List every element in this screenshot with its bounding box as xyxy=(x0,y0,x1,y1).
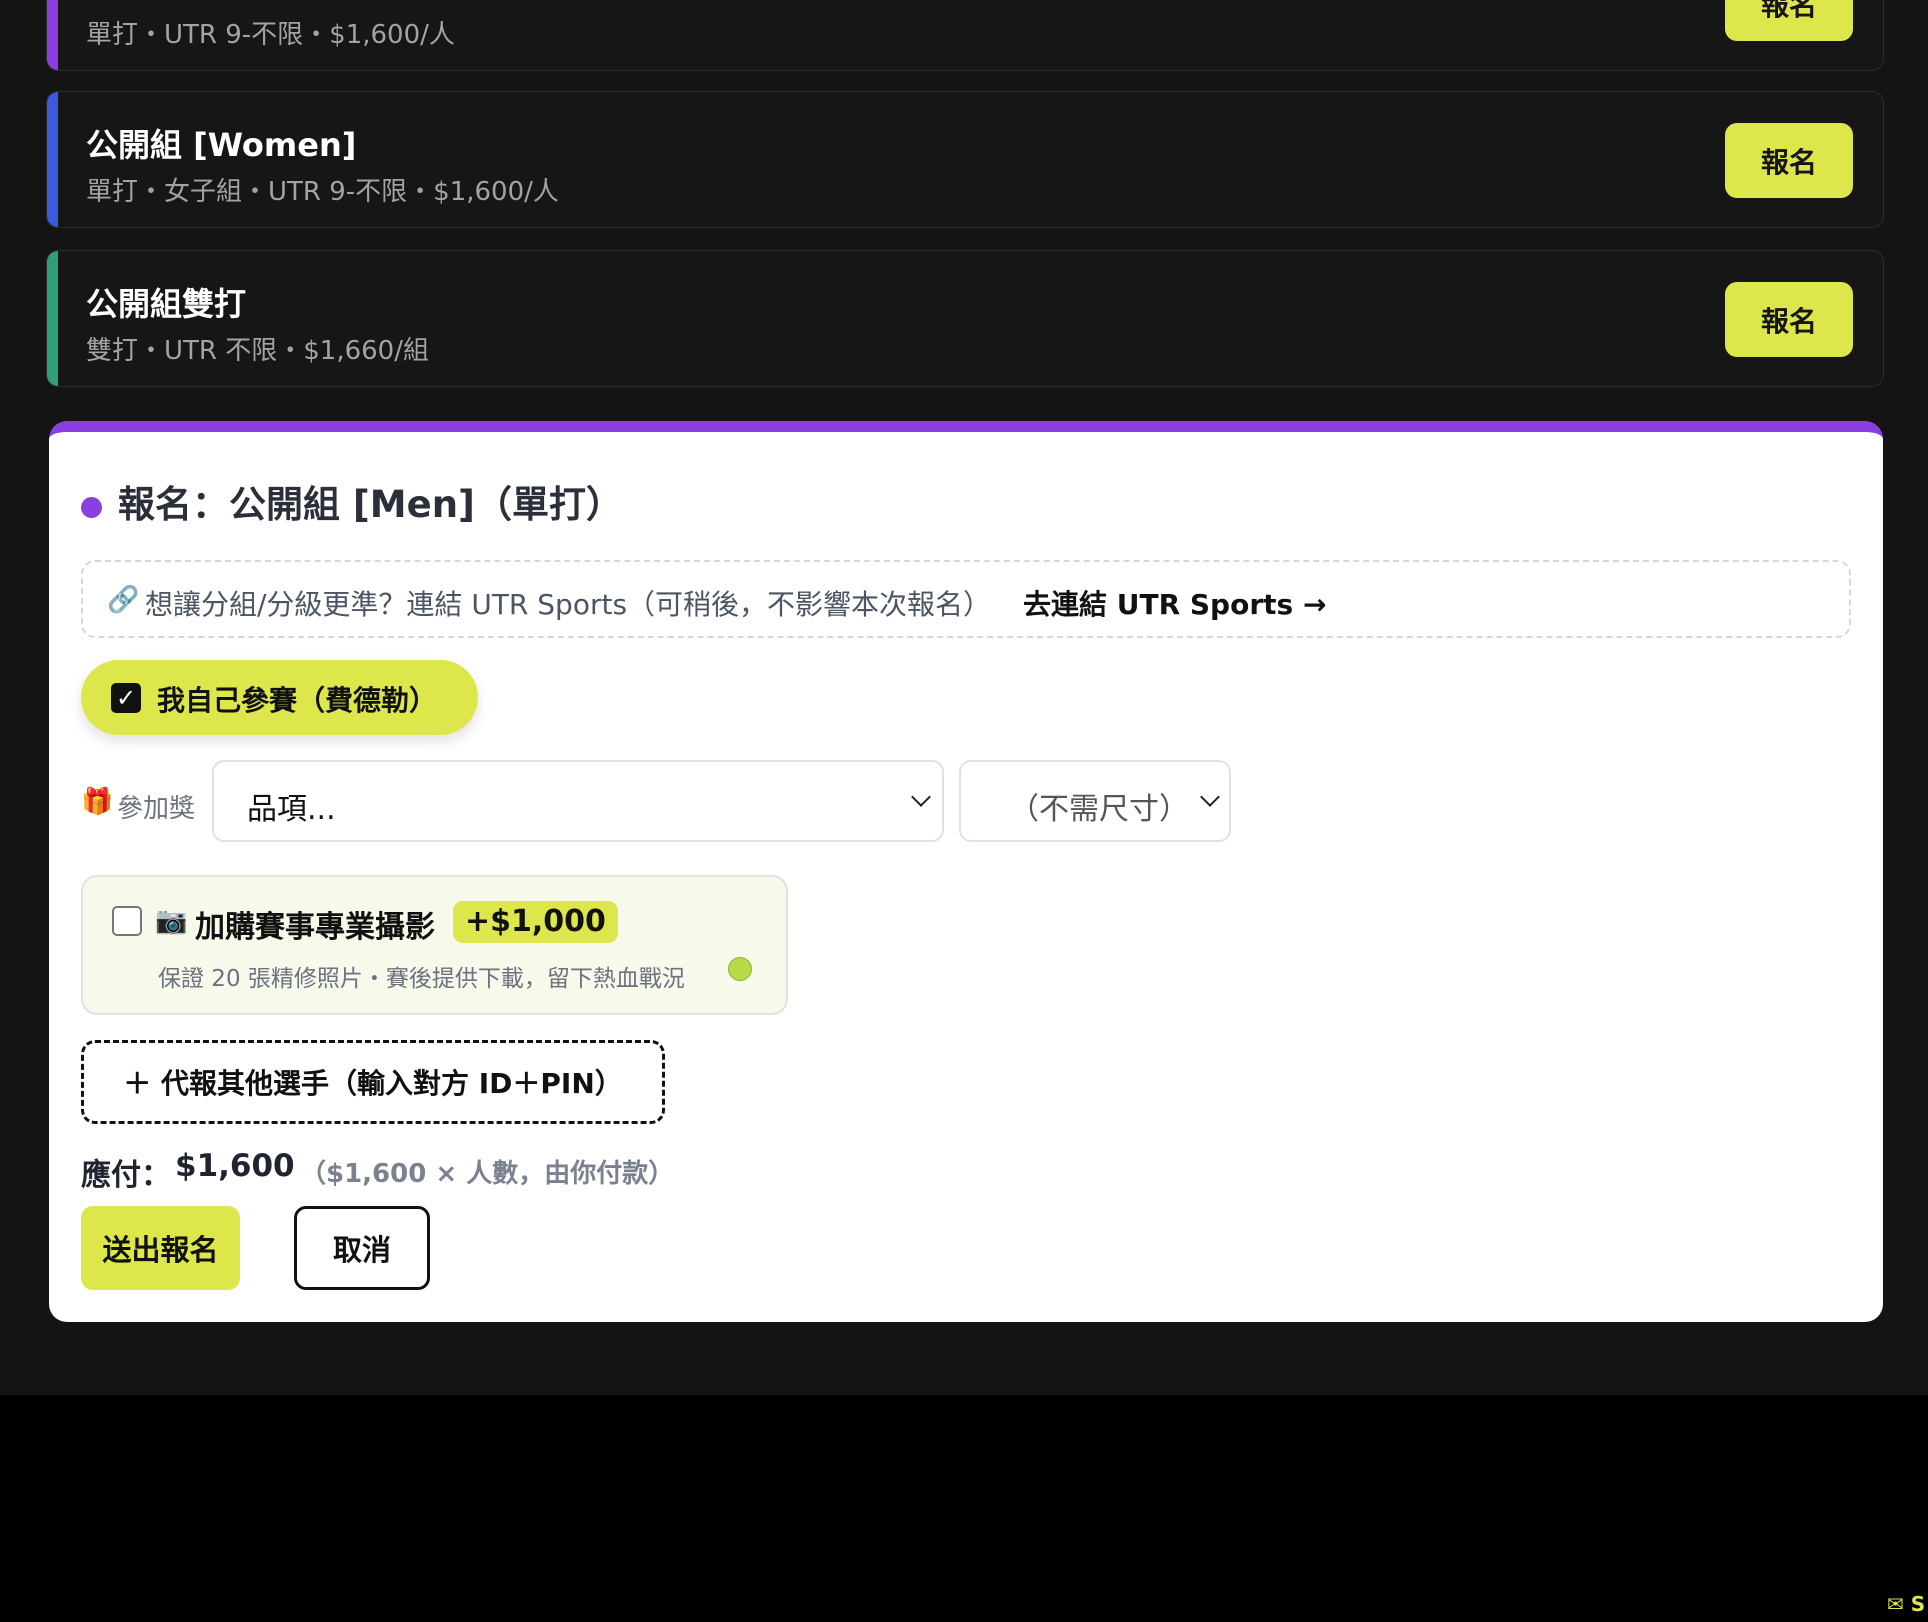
tennis-ball-icon xyxy=(728,957,752,981)
chevron-down-icon xyxy=(911,787,931,807)
event-card-doubles: 公開組雙打 雙打・UTR 不限・$1,660/組 報名 xyxy=(46,250,1884,387)
prize-label: 參加獎 xyxy=(117,794,196,824)
photo-addon-price-badge: +$1,000 xyxy=(453,901,618,943)
utr-connect-link[interactable]: 去連結 UTR Sports → xyxy=(1023,583,1326,623)
camera-icon: 📷 xyxy=(155,906,188,936)
self-entry-toggle[interactable]: ✓ 我自己參賽（費德勒） xyxy=(81,660,478,735)
event-meta: 單打・女子組・UTR 9-不限・$1,600/人 xyxy=(86,177,559,207)
photo-addon-label: 加購賽事專業攝影 xyxy=(195,910,435,945)
event-title: 公開組雙打 xyxy=(86,285,247,323)
total-note: （$1,600 × 人數，由你付款） xyxy=(300,1159,675,1189)
prize-size-value: （不需尺寸） xyxy=(1009,792,1189,827)
total-label: 應付： xyxy=(81,1158,171,1193)
register-button[interactable]: 報名 xyxy=(1725,123,1853,198)
add-proxy-player-button[interactable]: ＋ 代報其他選手（輸入對方 ID＋PIN） xyxy=(81,1040,665,1124)
event-title: 公開組 [Women] xyxy=(86,126,357,164)
event-accent-bar xyxy=(47,251,58,386)
form-title: 報名：公開組 [Men]（單打） xyxy=(118,483,623,526)
prize-item-value: 品項... xyxy=(247,792,336,827)
registration-form: 報名：公開組 [Men]（單打） 🔗 想讓分組/分級更準？連結 UTR Spor… xyxy=(49,421,1883,1322)
event-accent-bar xyxy=(47,92,58,227)
register-button[interactable]: 報名 xyxy=(1725,282,1853,357)
register-button[interactable]: 報名 xyxy=(1725,0,1853,41)
photo-addon-description: 保證 20 張精修照片・賽後提供下載，留下熱血戰況 xyxy=(158,966,685,992)
total-amount: $1,600 xyxy=(175,1148,295,1184)
prize-item-select[interactable]: 品項... xyxy=(212,760,944,842)
photo-addon-option[interactable]: 📷 加購賽事專業攝影 +$1,000 保證 20 張精修照片・賽後提供下載，留下… xyxy=(81,875,788,1015)
checkbox-checked-icon[interactable]: ✓ xyxy=(111,683,141,713)
utr-prompt-text: 想讓分組/分級更準？連結 UTR Sports（可稍後，不影響本次報名） xyxy=(145,588,992,621)
submit-button[interactable]: 送出報名 xyxy=(81,1206,240,1290)
event-meta: 雙打・UTR 不限・$1,660/組 xyxy=(86,336,429,366)
mail-icon[interactable]: ✉ S xyxy=(1887,1592,1925,1616)
utr-connect-banner: 🔗 想讓分組/分級更準？連結 UTR Sports（可稍後，不影響本次報名） 去… xyxy=(81,560,1851,638)
cancel-button[interactable]: 取消 xyxy=(294,1206,430,1290)
chevron-down-icon xyxy=(1200,787,1220,807)
link-icon: 🔗 xyxy=(107,585,140,615)
prize-size-select[interactable]: （不需尺寸） xyxy=(959,760,1231,842)
event-card-women: 公開組 [Women] 單打・女子組・UTR 9-不限・$1,600/人 報名 xyxy=(46,91,1884,228)
photo-addon-checkbox[interactable] xyxy=(112,906,142,936)
event-card-men: 單打・UTR 9-不限・$1,600/人 報名 xyxy=(46,0,1884,71)
status-dot-icon xyxy=(81,497,102,518)
event-accent-bar xyxy=(47,0,58,70)
gift-icon: 🎁 xyxy=(81,787,114,817)
self-entry-label: 我自己參賽（費德勒） xyxy=(157,684,438,717)
event-meta: 單打・UTR 9-不限・$1,600/人 xyxy=(86,20,455,50)
